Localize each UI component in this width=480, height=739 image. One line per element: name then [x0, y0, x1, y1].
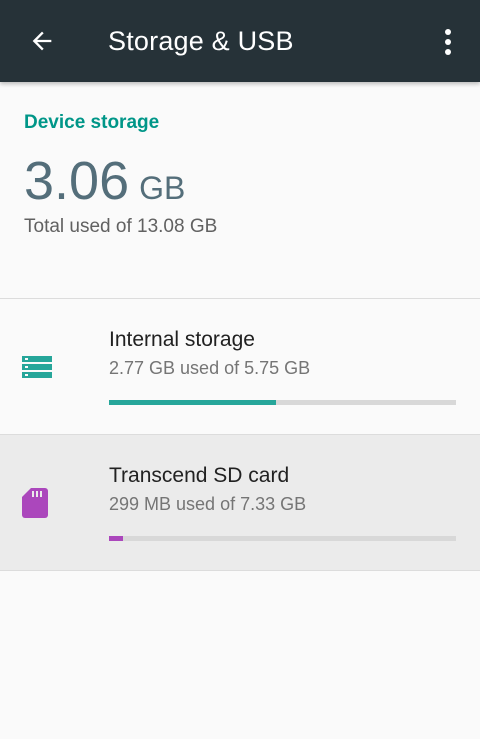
used-value: 3.06 GB: [24, 150, 456, 212]
total-used-text: Total used of 13.08 GB: [24, 216, 218, 237]
page-title: Storage & USB: [108, 25, 294, 56]
storage-icon: [22, 355, 52, 378]
storage-summary: 3.06 GB Total used of 13.08 GB: [0, 150, 480, 298]
app-bar: Storage & USB: [0, 0, 480, 82]
more-vert-icon: [445, 29, 451, 55]
usage-progress-fill: [109, 400, 276, 405]
sd-card-icon: [22, 487, 48, 518]
used-number: 3.06: [24, 151, 130, 211]
volume-title: Internal storage: [109, 328, 255, 351]
divider: [0, 570, 480, 571]
volume-usage: 2.77 GB used of 5.75 GB: [109, 358, 311, 378]
volume-usage: 299 MB used of 7.33 GB: [109, 494, 307, 514]
arrow-back-icon: [32, 31, 52, 51]
overflow-menu-button[interactable]: [430, 26, 466, 58]
usage-progress-bar: [109, 536, 456, 541]
volume-row-sd-card[interactable]: Transcend SD card 299 MB used of 7.33 GB: [0, 435, 480, 570]
usage-progress-bar: [109, 400, 456, 405]
volume-row-internal-storage[interactable]: Internal storage 2.77 GB used of 5.75 GB: [0, 299, 480, 434]
volume-title: Transcend SD card: [109, 464, 290, 487]
section-header-device-storage: Device storage: [24, 112, 160, 133]
usage-progress-fill: [109, 536, 123, 541]
back-button[interactable]: [12, 0, 72, 82]
used-unit: GB: [139, 170, 186, 206]
